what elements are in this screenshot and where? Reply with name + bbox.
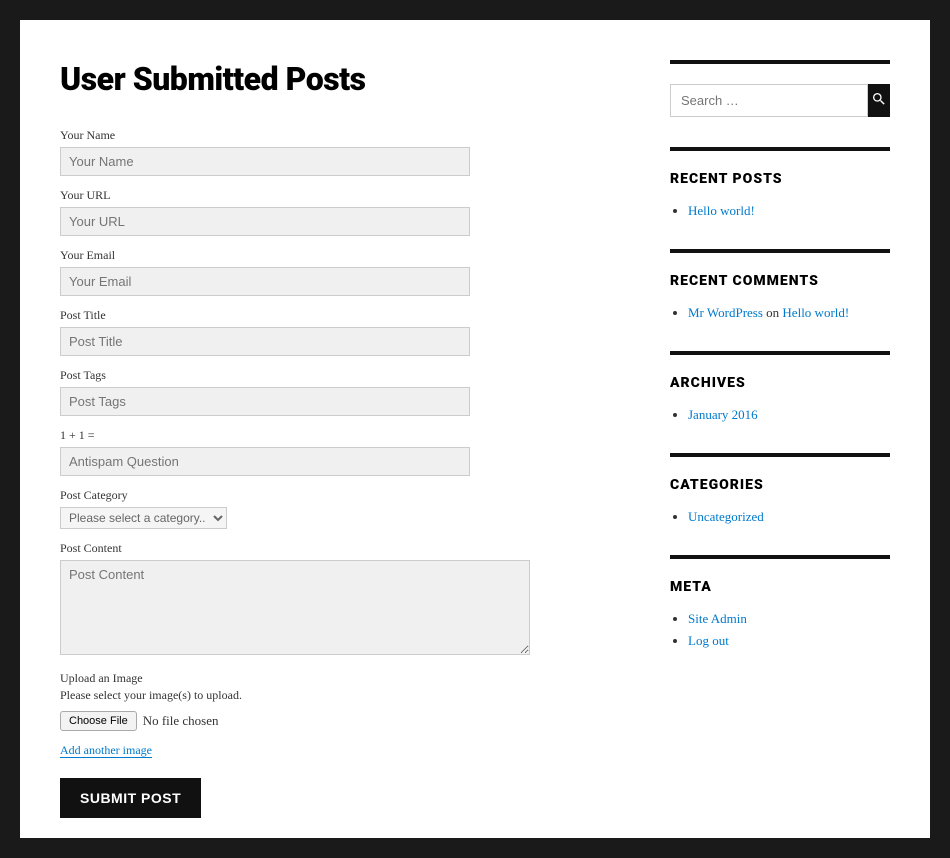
tags-label: Post Tags <box>60 368 610 383</box>
list-item: Uncategorized <box>688 509 890 525</box>
comment-author-link[interactable]: Mr WordPress <box>688 305 763 320</box>
title-input[interactable] <box>60 327 470 356</box>
recent-posts-widget: RECENT POSTS Hello world! <box>670 147 890 219</box>
field-antispam: 1 + 1 = <box>60 428 610 476</box>
recent-post-link[interactable]: Hello world! <box>688 203 755 218</box>
meta-link-logout[interactable]: Log out <box>688 633 729 648</box>
name-input[interactable] <box>60 147 470 176</box>
url-label: Your URL <box>60 188 610 203</box>
meta-heading: META <box>670 579 890 595</box>
recent-comments-widget: RECENT COMMENTS Mr WordPress on Hello wo… <box>670 249 890 321</box>
antispam-input[interactable] <box>60 447 470 476</box>
content-textarea[interactable] <box>60 560 530 655</box>
field-url: Your URL <box>60 188 610 236</box>
archive-link[interactable]: January 2016 <box>688 407 758 422</box>
search-widget <box>670 60 890 117</box>
comment-post-link[interactable]: Hello world! <box>782 305 849 320</box>
title-label: Post Title <box>60 308 610 323</box>
field-tags: Post Tags <box>60 368 610 416</box>
upload-label: Upload an Image <box>60 671 610 686</box>
page-container: User Submitted Posts Your Name Your URL … <box>20 20 930 838</box>
email-input[interactable] <box>60 267 470 296</box>
page-title: User Submitted Posts <box>60 60 610 98</box>
file-status: No file chosen <box>143 713 219 729</box>
content-label: Post Content <box>60 541 610 556</box>
categories-widget: CATEGORIES Uncategorized <box>670 453 890 525</box>
list-item: January 2016 <box>688 407 890 423</box>
category-link[interactable]: Uncategorized <box>688 509 764 524</box>
search-button[interactable] <box>868 84 890 117</box>
name-label: Your Name <box>60 128 610 143</box>
sidebar: RECENT POSTS Hello world! RECENT COMMENT… <box>670 60 890 818</box>
search-input[interactable] <box>670 84 868 117</box>
field-category: Post Category Please select a category.. <box>60 488 610 529</box>
list-item: Mr WordPress on Hello world! <box>688 305 890 321</box>
category-label: Post Category <box>60 488 610 503</box>
submit-button[interactable]: SUBMIT POST <box>60 778 201 818</box>
list-item: Log out <box>688 633 890 649</box>
search-icon <box>871 91 887 110</box>
main-content: User Submitted Posts Your Name Your URL … <box>60 60 610 818</box>
field-title: Post Title <box>60 308 610 356</box>
url-input[interactable] <box>60 207 470 236</box>
on-text: on <box>766 305 779 320</box>
recent-posts-heading: RECENT POSTS <box>670 171 890 187</box>
field-content: Post Content <box>60 541 610 659</box>
field-email: Your Email <box>60 248 610 296</box>
field-name: Your Name <box>60 128 610 176</box>
meta-widget: META Site Admin Log out <box>670 555 890 649</box>
categories-heading: CATEGORIES <box>670 477 890 493</box>
upload-desc: Please select your image(s) to upload. <box>60 688 610 703</box>
tags-input[interactable] <box>60 387 470 416</box>
meta-link-admin[interactable]: Site Admin <box>688 611 747 626</box>
recent-comments-heading: RECENT COMMENTS <box>670 273 890 289</box>
list-item: Hello world! <box>688 203 890 219</box>
choose-file-button[interactable]: Choose File <box>60 711 137 731</box>
email-label: Your Email <box>60 248 610 263</box>
file-row: Choose File No file chosen <box>60 711 610 731</box>
archives-widget: ARCHIVES January 2016 <box>670 351 890 423</box>
list-item: Site Admin <box>688 611 890 627</box>
add-image-link[interactable]: Add another image <box>60 743 152 758</box>
antispam-label: 1 + 1 = <box>60 428 610 443</box>
category-select[interactable]: Please select a category.. <box>60 507 227 529</box>
archives-heading: ARCHIVES <box>670 375 890 391</box>
